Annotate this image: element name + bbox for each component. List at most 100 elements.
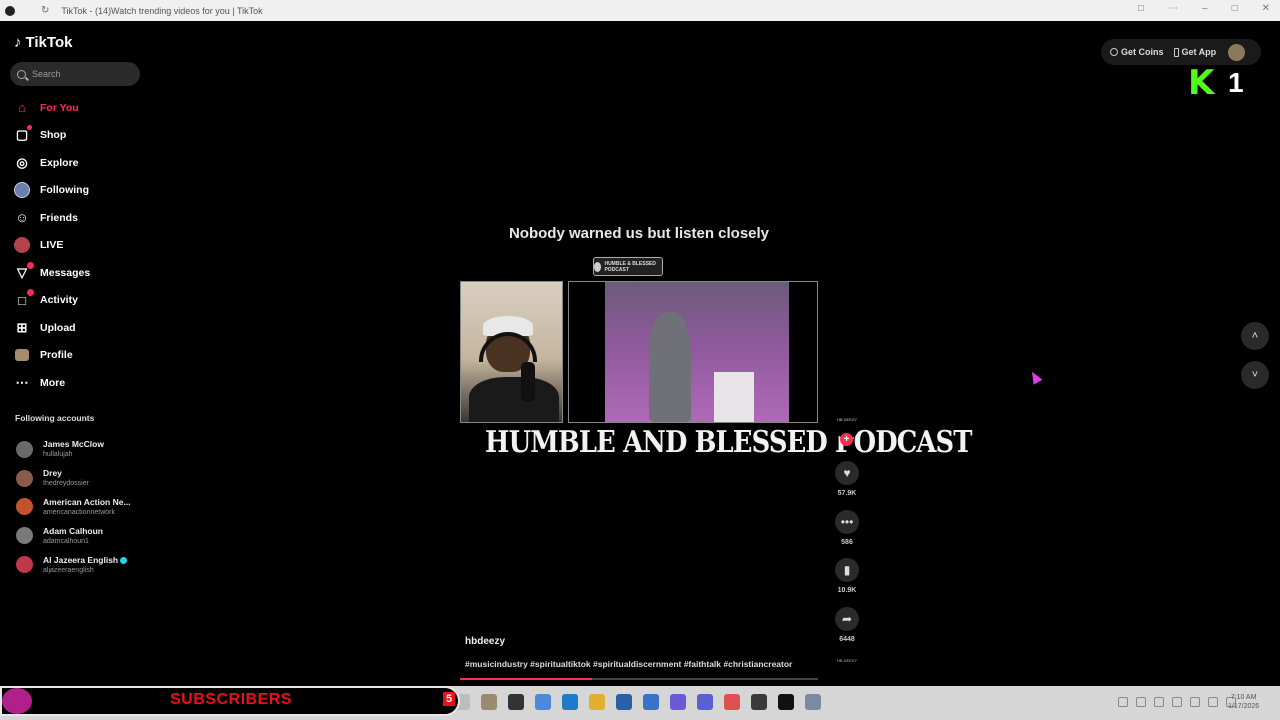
home-icon: ⌂ [18,100,26,116]
notification-dot [27,125,32,131]
video-author[interactable]: hbdeezy [465,636,505,647]
compass-icon: ◎ [16,154,28,170]
nav-item-explore[interactable]: ◎ Explore [14,149,144,177]
list-item[interactable]: Adam Calhoun adamcalhoun1 [16,521,146,550]
outlook-icon[interactable] [643,694,659,710]
nav-item-profile[interactable]: Profile [14,342,144,370]
activity-badge [27,289,34,297]
account-handle: hullalujah [43,451,73,459]
clock-time: 7:10 AM [1230,694,1257,701]
settings-icon[interactable] [805,694,821,710]
obs-icon[interactable] [751,694,767,710]
nav-label: Friends [40,211,78,224]
discord-icon[interactable] [697,694,713,710]
nav-label: Messages [40,266,91,279]
close-icon[interactable]: ✕ [1262,3,1270,14]
nav-label: Following [40,184,89,197]
chevron-up-icon: ˄ [1251,330,1259,342]
browser-menu-icon[interactable]: ⋯ [1168,3,1178,14]
split-view-icon[interactable]: □ [1138,3,1144,14]
nav-item-activity[interactable]: □ Activity [14,287,144,315]
bookmark-icon[interactable]: ▮ [835,558,859,582]
comment-icon[interactable]: ••• [835,510,859,534]
messages-badge [27,261,34,269]
more-dots-icon: ⋯ [15,374,29,390]
save-count: 10.9K [837,587,857,594]
minimize-icon[interactable]: – [1202,3,1208,14]
video-host-panel [460,281,563,423]
nav-item-more[interactable]: ⋯ More [14,369,144,397]
browser-tab-title: TikTok - (14)Watch trending videos for y… [61,5,263,16]
list-item[interactable]: Al Jazeera English aljazeeraenglish [16,550,146,579]
refresh-icon[interactable]: ↻ [41,5,49,16]
nav-item-shop[interactable]: ▢ Shop [14,122,144,150]
tiktok-logo-text: TikTok [25,34,73,51]
teams-icon[interactable] [670,694,686,710]
tiktok-logo[interactable]: ♪ TikTok [14,34,72,51]
follow-plus-button[interactable]: + [840,433,853,446]
account-name: American Action Ne... [43,496,131,507]
subscribers-count: 5 [443,692,455,706]
friends-icon: ☺ [15,210,29,226]
battery-icon[interactable] [1154,697,1164,707]
nav-label: Explore [40,156,79,169]
get-app-button[interactable]: Get App [1173,47,1216,57]
store-icon[interactable] [616,694,632,710]
following-accounts-list: James McClow hullalujah Drey thedreydossie… [16,435,146,579]
network-icon[interactable] [1136,697,1146,707]
shop-bag-icon: ▢ [14,125,32,143]
widgets-icon[interactable] [481,694,497,710]
browser-title-bar: ↻ TikTok - (14)Watch trending videos for… [0,0,1280,21]
tiktok-favicon-icon [5,5,15,16]
terminal-icon[interactable] [508,694,524,710]
nav-label: Upload [40,321,76,334]
share-arrow-icon[interactable]: ➦ [835,607,859,631]
video-hashtags[interactable]: #musicindustry #spiritualtiktok #spiritu… [465,659,792,669]
like-count: 57.9K [837,490,857,497]
account-handle: thedreydossier [43,480,89,488]
following-accounts-heading: Following accounts [15,413,95,423]
copilot-icon[interactable] [535,694,551,710]
tiktok-app-icon[interactable] [778,694,794,710]
maximize-icon[interactable]: □ [1232,3,1238,14]
live-icon [14,237,30,254]
main-nav: ⌂ For You ▢ Shop ◎ Explore Following ☺ F… [14,94,144,397]
list-item[interactable]: Drey thedreydossier [16,464,146,493]
sidebar: ♪ TikTok ⌂ For You ▢ Shop ◎ Explore Foll… [0,21,150,686]
music-disc-icon[interactable]: HB DEEZY [834,658,860,678]
edge-browser-icon[interactable] [562,694,578,710]
list-item[interactable]: American Action Ne... americanactionnetwo… [16,493,146,522]
wifi-icon[interactable] [1208,697,1218,707]
next-video-button[interactable]: ˅ [1241,361,1269,389]
search-icon [17,69,26,79]
channel-logo [2,688,32,714]
podcast-title: HUMBLE AND BLESSED PODCAST [485,425,972,460]
nav-item-friends[interactable]: ☺ Friends [14,204,144,232]
microphone-icon [594,261,602,272]
get-coins-label: Get Coins [1121,47,1164,57]
heart-icon[interactable]: ♥ [835,461,859,485]
nav-label: For You [40,101,79,114]
phone-icon [1173,47,1179,57]
nav-item-for-you[interactable]: ⌂ For You [14,94,144,122]
nav-item-following[interactable]: Following [14,177,144,205]
account-handle: americanactionnetwork [43,508,115,516]
user-avatar[interactable] [1228,43,1246,61]
video-progress-bar[interactable] [460,678,818,680]
nav-item-upload[interactable]: ⊞ Upload [14,314,144,342]
display-icon[interactable] [1190,697,1200,707]
tray-chevron-icon[interactable] [1118,697,1128,707]
opera-icon[interactable] [724,694,740,710]
share-action: ➦ 6448 [833,607,861,643]
get-coins-button[interactable]: Get Coins [1110,47,1164,57]
list-item[interactable]: James McClow hullalujah [16,435,146,464]
volume-icon[interactable] [1172,697,1182,707]
taskbar-clock[interactable]: 7:10 AM 1/17/2026 [1228,693,1259,711]
previous-video-button[interactable]: ˄ [1241,322,1269,350]
search-input[interactable] [32,69,127,79]
search-box[interactable] [10,62,140,86]
nav-item-live[interactable]: LIVE [14,232,144,260]
share-count: 6448 [839,636,855,643]
nav-item-messages[interactable]: ▽ Messages [14,259,144,287]
file-explorer-icon[interactable] [589,694,605,710]
